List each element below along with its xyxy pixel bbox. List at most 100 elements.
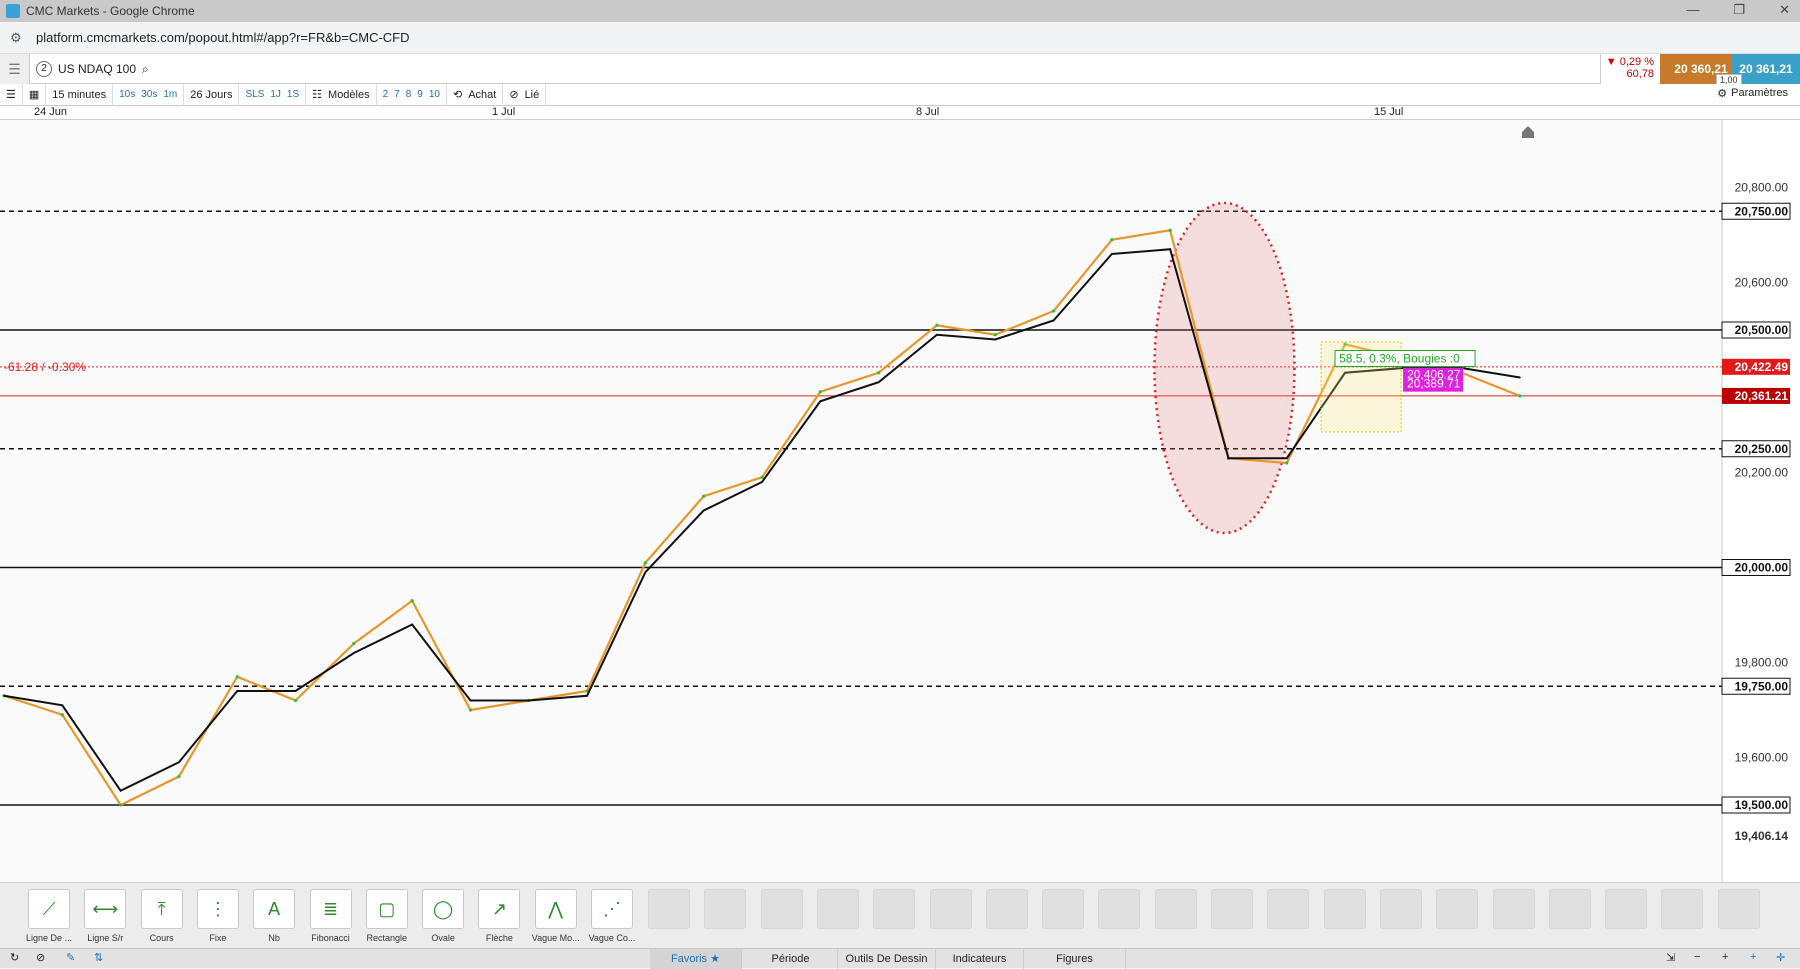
empty-tool-slot[interactable] xyxy=(1154,889,1197,929)
layout-icon[interactable]: ▦ xyxy=(23,83,47,106)
fixed-icon: ⋮ xyxy=(208,899,227,919)
count-10[interactable]: 10 xyxy=(429,89,440,100)
expand-icon[interactable]: ✛ xyxy=(1776,951,1785,964)
empty-tool-slot[interactable] xyxy=(1211,889,1253,929)
empty-tool-slot[interactable] xyxy=(1042,889,1085,929)
empty-tool-slot[interactable] xyxy=(1098,889,1141,929)
arrow-icon: ↗ xyxy=(491,899,507,919)
tool-button[interactable]: ⋀ xyxy=(534,889,577,929)
empty-tool-slot[interactable] xyxy=(704,889,747,929)
data-point xyxy=(235,675,239,679)
restore-icon[interactable]: ❐ xyxy=(1733,2,1745,18)
empty-tool-slot[interactable] xyxy=(1661,889,1704,929)
tool-label: Vague Co... xyxy=(588,933,636,943)
empty-tool-slot[interactable] xyxy=(648,889,690,929)
tool-button[interactable]: A xyxy=(253,889,296,929)
interval-select[interactable]: 15 minutes xyxy=(46,83,114,106)
tab-indicateurs[interactable]: Indicateurs xyxy=(936,949,1024,969)
settings-button[interactable]: ⚙ Paramètres xyxy=(1717,87,1788,100)
refresh-icon[interactable]: ↻ xyxy=(10,951,19,964)
tab-favoris[interactable]: Favoris ★ xyxy=(650,949,742,969)
empty-tool-slot[interactable] xyxy=(760,889,803,929)
level-label: 19,500.00 xyxy=(1735,798,1789,812)
crosshair-icon[interactable]: + xyxy=(1750,951,1756,963)
tool-button[interactable]: ◯ xyxy=(422,889,465,929)
tool-label: Nb xyxy=(268,933,280,943)
chart-svg[interactable]: 20,800.00 20,600.00 20,200.00 19,800.00 19,6… xyxy=(0,120,1800,882)
zoom-out-icon[interactable]: − xyxy=(1694,951,1700,963)
level-label: 20,250.00 xyxy=(1735,442,1789,456)
y-tick-label: 20,800.00 xyxy=(1735,181,1789,195)
range-sls[interactable]: SLS xyxy=(245,89,264,100)
window-title: CMC Markets - Google Chrome xyxy=(26,4,195,18)
count-2[interactable]: 2 xyxy=(383,89,389,100)
data-point xyxy=(411,623,413,626)
gear-icon: ⚙ xyxy=(1717,88,1728,100)
empty-tool-slot[interactable] xyxy=(1605,889,1648,929)
link-icon: ⊘ xyxy=(509,89,519,101)
tool-button[interactable]: ⟋ xyxy=(28,889,70,929)
instrument-selector[interactable]: 2 US NDAQ 100 ⌕ xyxy=(36,59,149,79)
data-point xyxy=(1285,457,1288,460)
site-info-icon[interactable]: ⚙ xyxy=(10,30,26,46)
data-point xyxy=(236,690,239,692)
tool-button[interactable]: ⟷ xyxy=(84,889,127,929)
range-1s[interactable]: 1S xyxy=(287,89,299,100)
tab-outils[interactable]: Outils De Dessin xyxy=(838,949,936,969)
data-point xyxy=(819,400,822,403)
arrows-icon[interactable]: ⇅ xyxy=(94,951,103,964)
tool-button[interactable]: ≣ xyxy=(309,889,352,929)
link-button[interactable]: ⊘ Lié xyxy=(503,83,547,106)
tool-button[interactable]: ⋮ xyxy=(196,889,239,929)
empty-tool-slot[interactable] xyxy=(1492,889,1535,929)
cancel-icon[interactable]: ⊘ xyxy=(36,951,45,964)
tool-button[interactable]: ▢ xyxy=(365,889,408,929)
empty-tool-slot[interactable] xyxy=(873,889,916,929)
pencil-icon[interactable]: ✎ xyxy=(66,951,75,964)
search-icon[interactable]: ⌕ xyxy=(142,62,149,77)
measure-label: 58.5, 0.3%, Bougies :0 xyxy=(1339,352,1460,366)
url-text[interactable]: platform.cmcmarkets.com/popout.html#/app… xyxy=(36,30,410,45)
tool-button[interactable]: ⤒ xyxy=(140,889,183,929)
close-icon[interactable]: ✕ xyxy=(1779,2,1790,18)
minimize-icon[interactable]: — xyxy=(1686,2,1699,18)
buy-button[interactable]: 20 361,21 xyxy=(1732,54,1800,84)
range-select[interactable]: 26 Jours xyxy=(184,83,240,106)
list-icon[interactable]: ☰ xyxy=(0,83,23,106)
data-point xyxy=(935,323,939,327)
side-button[interactable]: ⟲ Achat xyxy=(447,83,504,106)
price-chart[interactable]: 20,800.00 20,600.00 20,200.00 19,800.00 19,6… xyxy=(0,120,1800,882)
empty-tool-slot[interactable] xyxy=(929,889,972,929)
interval-30s[interactable]: 30s xyxy=(141,89,157,100)
count-8[interactable]: 8 xyxy=(406,89,412,100)
empty-tool-slot[interactable] xyxy=(1267,889,1310,929)
tool-button[interactable]: ⋰ xyxy=(591,889,633,929)
range-1j[interactable]: 1J xyxy=(270,89,281,100)
interval-10s[interactable]: 10s xyxy=(119,89,135,100)
tab-outils-label: Outils De Dessin xyxy=(845,953,928,965)
tool-label: Ligne De ... xyxy=(25,933,73,943)
address-bar: ⚙ platform.cmcmarkets.com/popout.html#/a… xyxy=(0,22,1800,54)
empty-tool-slot[interactable] xyxy=(1323,889,1366,929)
empty-tool-slot[interactable] xyxy=(1436,889,1479,929)
count-9[interactable]: 9 xyxy=(417,89,423,100)
data-point xyxy=(293,698,298,703)
templates-button[interactable]: ☷ Modèles xyxy=(306,83,377,106)
window-titlebar: CMC Markets - Google Chrome — ❐ ✕ xyxy=(0,0,1800,22)
interval-1m[interactable]: 1m xyxy=(163,89,177,100)
zoom-in-icon[interactable]: + xyxy=(1722,951,1728,963)
empty-tool-slot[interactable] xyxy=(816,889,859,929)
empty-tool-slot[interactable] xyxy=(1548,889,1591,929)
date-label: 24 Jun xyxy=(34,106,68,118)
tab-periode[interactable]: Période xyxy=(744,949,838,969)
menu-icon[interactable]: ☰ xyxy=(0,54,30,84)
empty-tool-slot[interactable] xyxy=(1379,889,1422,929)
fit-icon[interactable]: ⇲ xyxy=(1666,951,1675,964)
data-point xyxy=(1519,376,1521,379)
empty-tool-slot[interactable] xyxy=(985,889,1028,929)
tool-button[interactable]: ↗ xyxy=(478,889,521,929)
count-7[interactable]: 7 xyxy=(394,89,400,100)
interval-label: 15 minutes xyxy=(52,88,107,101)
tab-figures[interactable]: Figures xyxy=(1024,949,1126,969)
empty-tool-slot[interactable] xyxy=(1717,889,1760,929)
